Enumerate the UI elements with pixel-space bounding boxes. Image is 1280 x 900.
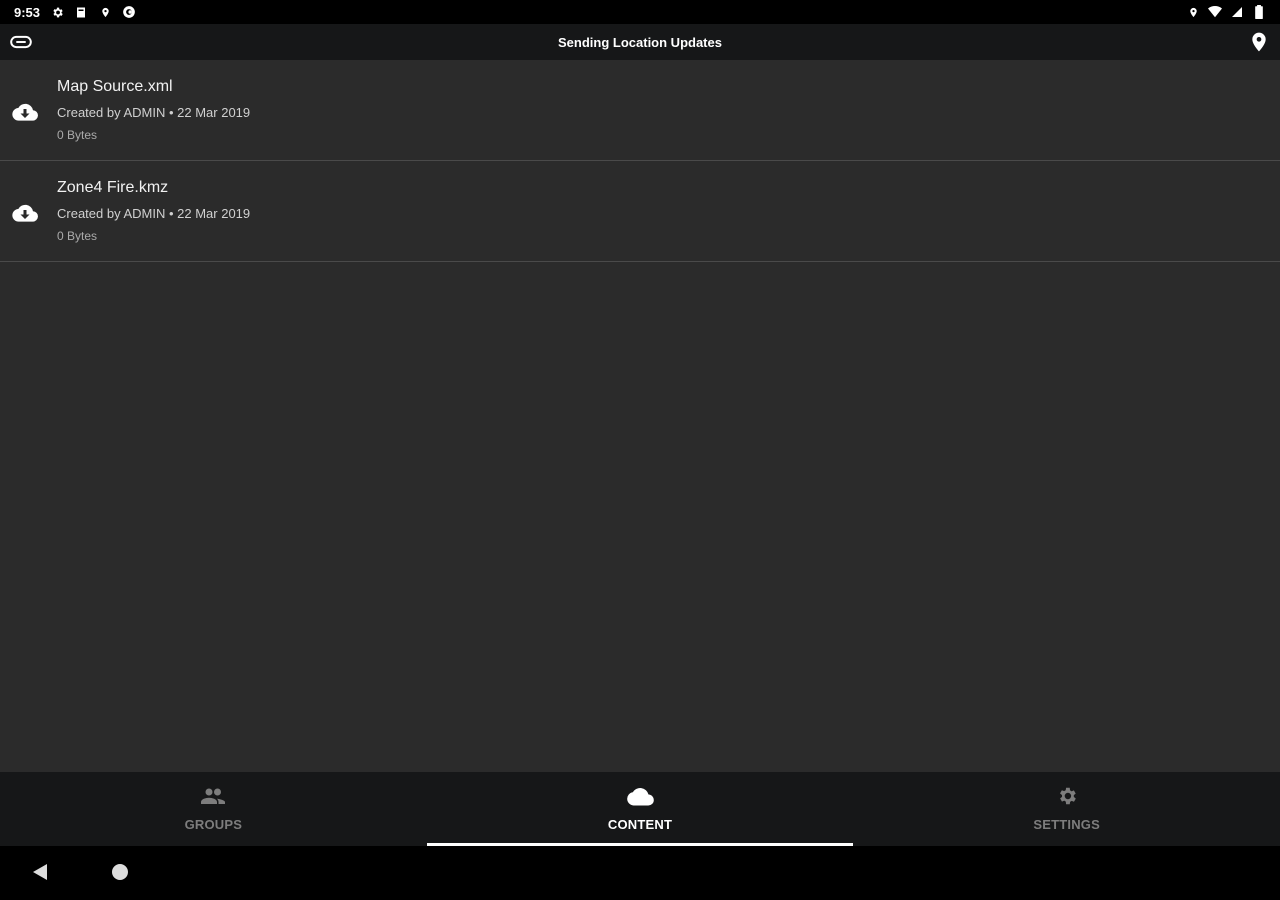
sd-card-icon (74, 5, 88, 19)
item-subtitle: Created by ADMIN • 22 Mar 2019 (57, 206, 251, 221)
location-icon (1186, 5, 1200, 19)
gear-icon (50, 5, 64, 19)
tab-settings[interactable]: SETTINGS (853, 772, 1280, 846)
app-icon (122, 5, 136, 19)
item-size: 0 Bytes (57, 128, 98, 142)
content-list: Map Source.xml Created by ADMIN • 22 Mar… (0, 60, 1280, 772)
system-nav-bar (0, 846, 1280, 900)
gear-icon (1053, 784, 1081, 808)
home-icon[interactable] (112, 864, 128, 880)
battery-icon (1252, 5, 1266, 19)
back-icon[interactable] (31, 863, 51, 883)
status-time: 9:53 (14, 4, 41, 20)
bottom-nav: GROUPS CONTENT SETTINGS (0, 772, 1280, 846)
map-pin-icon[interactable] (1248, 30, 1270, 54)
item-title: Zone4 Fire.kmz (57, 179, 169, 196)
status-right (1186, 5, 1280, 19)
tab-groups[interactable]: GROUPS (0, 772, 427, 846)
cloud-icon (626, 784, 654, 808)
groups-icon (199, 784, 227, 808)
tab-content[interactable]: CONTENT (426, 772, 854, 846)
status-bar: 9:53 (0, 0, 1280, 24)
item-size: 0 Bytes (57, 229, 98, 243)
link-icon[interactable] (10, 32, 32, 52)
location-icon (98, 5, 112, 19)
list-item[interactable]: Map Source.xml Created by ADMIN • 22 Mar… (0, 60, 1280, 161)
page-title: Sending Location Updates (558, 34, 722, 50)
item-title: Map Source.xml (57, 78, 173, 95)
cloud-download-icon[interactable] (12, 102, 38, 122)
wifi-icon (1208, 5, 1222, 19)
signal-icon (1230, 5, 1244, 19)
tab-label: GROUPS (184, 817, 243, 832)
list-item[interactable]: Zone4 Fire.kmz Created by ADMIN • 22 Mar… (0, 161, 1280, 262)
cloud-download-icon[interactable] (12, 203, 38, 223)
item-subtitle: Created by ADMIN • 22 Mar 2019 (57, 105, 251, 120)
app-bar: Sending Location Updates (0, 24, 1280, 60)
tab-label: CONTENT (607, 817, 673, 832)
status-left: 9:53 (0, 5, 136, 20)
tab-label: SETTINGS (1033, 817, 1100, 832)
